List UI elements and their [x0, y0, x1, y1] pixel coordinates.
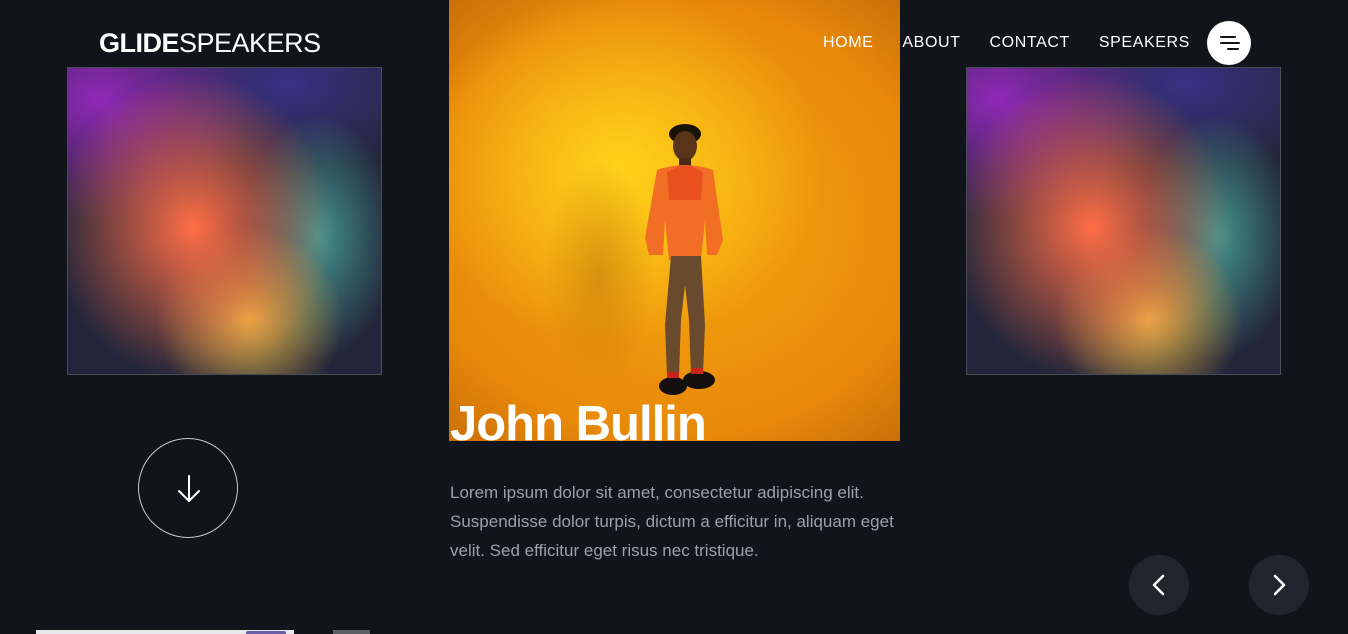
- bottom-card-partial: [36, 630, 294, 634]
- scroll-down-button[interactable]: [138, 438, 238, 538]
- hamburger-menu-icon[interactable]: [1207, 21, 1251, 65]
- nav-link-about[interactable]: ABOUT: [902, 34, 960, 52]
- site-logo[interactable]: GLIDESPEAKERS: [99, 28, 321, 59]
- logo-light-text: SPEAKERS: [179, 28, 321, 58]
- speaker-bio: Lorem ipsum dolor sit amet, consectetur …: [450, 483, 894, 560]
- speaker-name: John Bullin: [450, 397, 707, 451]
- logo-bold-text: GLIDE: [99, 28, 180, 58]
- arrow-down-icon: [178, 475, 200, 502]
- speaker-figure: [645, 124, 723, 395]
- gradient-card-left[interactable]: [67, 67, 382, 375]
- chevron-right-icon: [1273, 574, 1286, 596]
- main-nav: HOME ABOUT CONTACT SPEAKERS: [823, 34, 1219, 52]
- gradient-card-right[interactable]: [966, 67, 1281, 375]
- prev-slide-button[interactable]: [1129, 555, 1189, 615]
- next-slide-button[interactable]: [1249, 555, 1309, 615]
- speaker-photo: [449, 0, 900, 441]
- bottom-element-partial: [333, 630, 370, 634]
- speaker-page: GLIDESPEAKERS HOME ABOUT CONTACT SPEAKER…: [0, 0, 1348, 634]
- chevron-left-icon: [1152, 574, 1165, 596]
- nav-link-home[interactable]: HOME: [823, 34, 873, 52]
- nav-link-speakers[interactable]: SPEAKERS: [1099, 34, 1190, 52]
- nav-link-contact[interactable]: CONTACT: [990, 34, 1070, 52]
